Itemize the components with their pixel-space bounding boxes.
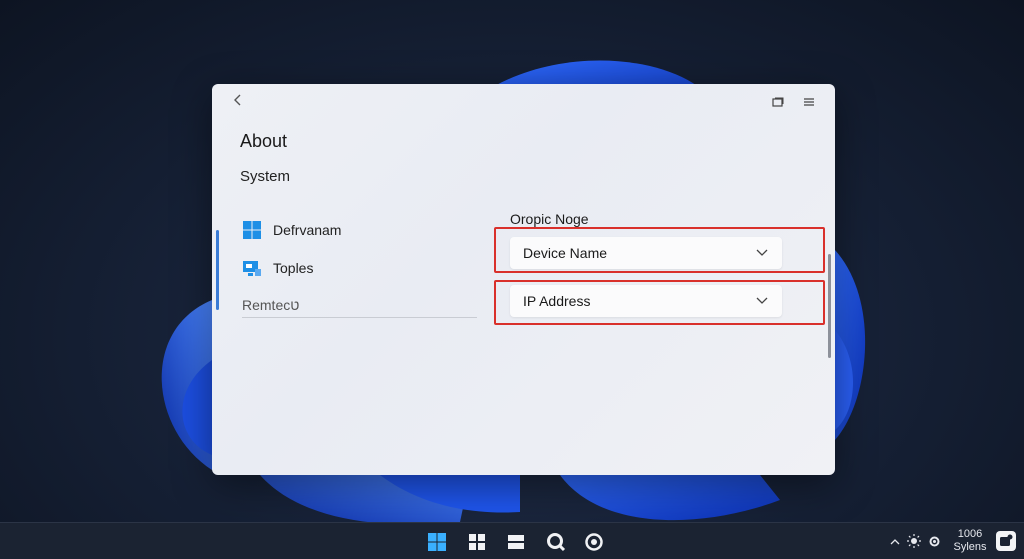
tray-overflow-button[interactable] bbox=[886, 532, 904, 550]
settings-window: About System Defrvanam Toples Remtecט Or… bbox=[212, 84, 835, 475]
brightness-icon bbox=[907, 534, 921, 548]
display-icon bbox=[242, 258, 262, 278]
nav-item-label: Defrvanam bbox=[273, 222, 342, 238]
start-button[interactable] bbox=[425, 530, 449, 554]
windows-logo-icon bbox=[242, 220, 262, 240]
clock-time: 1006 bbox=[957, 528, 983, 540]
widgets-button[interactable] bbox=[465, 530, 489, 554]
back-button[interactable] bbox=[228, 92, 248, 112]
task-view-button[interactable] bbox=[504, 530, 528, 554]
clock-label: Sylens bbox=[953, 541, 987, 553]
hamburger-menu-icon bbox=[804, 98, 814, 106]
window-snap-icon bbox=[772, 97, 784, 107]
page-title: About bbox=[240, 131, 288, 151]
taskbar: 1006 Sylens bbox=[0, 522, 1024, 559]
chevron-left-icon bbox=[234, 94, 241, 106]
system-clock[interactable]: 1006 Sylens bbox=[950, 528, 990, 554]
settings-icon bbox=[585, 533, 603, 551]
notification-icon bbox=[1000, 534, 1013, 546]
search-icon bbox=[547, 533, 566, 552]
chevron-up-icon bbox=[890, 538, 900, 544]
section-title: System bbox=[240, 168, 291, 185]
scrollbar[interactable] bbox=[828, 254, 831, 358]
highlight-box-device-name bbox=[494, 227, 825, 273]
settings-tray-button[interactable] bbox=[925, 532, 943, 550]
desktop: About System Defrvanam Toples Remtecט Or… bbox=[0, 0, 1024, 559]
nav-item-remtec[interactable]: Remtecט bbox=[242, 297, 299, 313]
widgets-icon bbox=[469, 534, 485, 550]
settings-button[interactable] bbox=[582, 530, 606, 554]
notification-button[interactable] bbox=[996, 531, 1016, 551]
nav-divider bbox=[242, 317, 477, 318]
windows-start-icon bbox=[428, 533, 446, 551]
snap-button[interactable] bbox=[768, 92, 788, 112]
group-label: Oropic Noge bbox=[510, 211, 589, 227]
title-bar bbox=[212, 84, 835, 120]
nav-item-toples[interactable]: Toples bbox=[242, 258, 313, 278]
search-button[interactable] bbox=[544, 530, 568, 554]
gear-icon bbox=[929, 536, 939, 546]
nav-item-label: Toples bbox=[273, 260, 314, 276]
task-view-icon bbox=[508, 535, 524, 549]
nav-selection-indicator bbox=[216, 230, 219, 310]
highlight-box-ip-address bbox=[494, 280, 825, 325]
nav-item-defrvanam[interactable]: Defrvanam bbox=[242, 220, 341, 240]
menu-button[interactable] bbox=[799, 92, 819, 112]
brightness-button[interactable] bbox=[905, 532, 923, 550]
